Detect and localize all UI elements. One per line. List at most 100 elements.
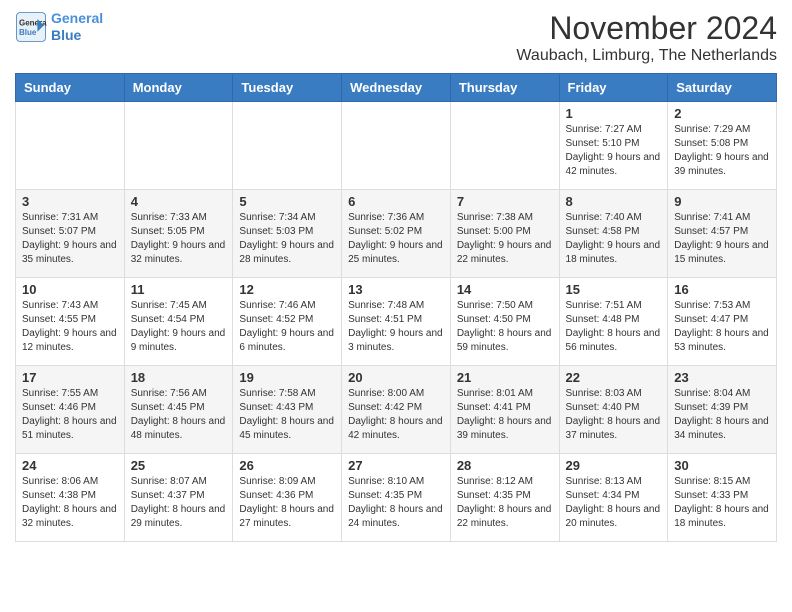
day-info: Sunrise: 8:03 AM Sunset: 4:40 PM Dayligh…	[566, 387, 662, 443]
logo-text: General Blue	[51, 10, 103, 44]
day-number: 26	[239, 458, 335, 473]
logo-line1: General	[51, 10, 103, 26]
week-row-2: 3 Sunrise: 7:31 AM Sunset: 5:07 PM Daylig…	[16, 190, 777, 278]
calendar-cell: 7 Sunrise: 7:38 AM Sunset: 5:00 PM Daylig…	[450, 190, 559, 278]
day-number: 3	[22, 194, 118, 209]
day-info: Sunrise: 7:55 AM Sunset: 4:46 PM Dayligh…	[22, 387, 118, 443]
calendar-cell: 21 Sunrise: 8:01 AM Sunset: 4:41 PM Dayli…	[450, 366, 559, 454]
calendar-cell: 30Sunrise: 8:15 AM Sunset: 4:33 PM Dayli…	[668, 454, 777, 542]
weekday-header-wednesday: Wednesday	[342, 74, 451, 102]
calendar-cell: 9 Sunrise: 7:41 AM Sunset: 4:57 PM Daylig…	[668, 190, 777, 278]
day-info: Sunrise: 8:13 AM Sunset: 4:34 PM Dayligh…	[566, 475, 662, 531]
day-info: Sunrise: 7:46 AM Sunset: 4:52 PM Dayligh…	[239, 299, 335, 355]
day-info: Sunrise: 7:43 AM Sunset: 4:55 PM Dayligh…	[22, 299, 118, 355]
day-info: Sunrise: 7:45 AM Sunset: 4:54 PM Dayligh…	[131, 299, 227, 355]
logo-icon: General Blue	[15, 11, 47, 43]
day-number: 7	[457, 194, 553, 209]
calendar-cell	[342, 102, 451, 190]
day-info: Sunrise: 8:01 AM Sunset: 4:41 PM Dayligh…	[457, 387, 553, 443]
day-info: Sunrise: 7:38 AM Sunset: 5:00 PM Dayligh…	[457, 211, 553, 267]
day-info: Sunrise: 7:27 AM Sunset: 5:10 PM Dayligh…	[566, 123, 662, 179]
day-number: 9	[674, 194, 770, 209]
day-info: Sunrise: 7:40 AM Sunset: 4:58 PM Dayligh…	[566, 211, 662, 267]
weekday-header-saturday: Saturday	[668, 74, 777, 102]
day-number: 19	[239, 370, 335, 385]
day-number: 4	[131, 194, 227, 209]
calendar-cell: 29 Sunrise: 8:13 AM Sunset: 4:34 PM Dayli…	[559, 454, 668, 542]
calendar-cell	[16, 102, 125, 190]
day-number: 13	[348, 282, 444, 297]
calendar-table: SundayMondayTuesdayWednesdayThursdayFrid…	[15, 73, 777, 542]
day-number: 12	[239, 282, 335, 297]
day-number: 6	[348, 194, 444, 209]
day-info: Sunrise: 7:51 AM Sunset: 4:48 PM Dayligh…	[566, 299, 662, 355]
calendar-cell: 12 Sunrise: 7:46 AM Sunset: 4:52 PM Dayli…	[233, 278, 342, 366]
day-number: 22	[566, 370, 662, 385]
day-info: Sunrise: 7:58 AM Sunset: 4:43 PM Dayligh…	[239, 387, 335, 443]
day-info: Sunrise: 7:41 AM Sunset: 4:57 PM Dayligh…	[674, 211, 770, 267]
weekday-header-monday: Monday	[124, 74, 233, 102]
header: General Blue General Blue November 2024 …	[15, 10, 777, 65]
day-info: Sunrise: 8:09 AM Sunset: 4:36 PM Dayligh…	[239, 475, 335, 531]
day-info: Sunrise: 7:34 AM Sunset: 5:03 PM Dayligh…	[239, 211, 335, 267]
week-row-5: 24Sunrise: 8:06 AM Sunset: 4:38 PM Dayli…	[16, 454, 777, 542]
day-number: 14	[457, 282, 553, 297]
day-number: 15	[566, 282, 662, 297]
calendar-cell: 15 Sunrise: 7:51 AM Sunset: 4:48 PM Dayli…	[559, 278, 668, 366]
calendar-cell: 4 Sunrise: 7:33 AM Sunset: 5:05 PM Daylig…	[124, 190, 233, 278]
day-info: Sunrise: 7:48 AM Sunset: 4:51 PM Dayligh…	[348, 299, 444, 355]
day-number: 16	[674, 282, 770, 297]
calendar-cell: 11 Sunrise: 7:45 AM Sunset: 4:54 PM Dayli…	[124, 278, 233, 366]
calendar-cell: 28 Sunrise: 8:12 AM Sunset: 4:35 PM Dayli…	[450, 454, 559, 542]
day-number: 5	[239, 194, 335, 209]
calendar-cell: 16 Sunrise: 7:53 AM Sunset: 4:47 PM Dayli…	[668, 278, 777, 366]
calendar-cell: 27Sunrise: 8:10 AM Sunset: 4:35 PM Dayli…	[342, 454, 451, 542]
calendar-cell: 24Sunrise: 8:06 AM Sunset: 4:38 PM Dayli…	[16, 454, 125, 542]
day-info: Sunrise: 7:29 AM Sunset: 5:08 PM Dayligh…	[674, 123, 770, 179]
weekday-header-sunday: Sunday	[16, 74, 125, 102]
day-number: 17	[22, 370, 118, 385]
day-number: 25	[131, 458, 227, 473]
calendar-cell	[450, 102, 559, 190]
calendar-cell: 8Sunrise: 7:40 AM Sunset: 4:58 PM Daylig…	[559, 190, 668, 278]
day-info: Sunrise: 8:10 AM Sunset: 4:35 PM Dayligh…	[348, 475, 444, 531]
day-number: 2	[674, 106, 770, 121]
weekday-header-row: SundayMondayTuesdayWednesdayThursdayFrid…	[16, 74, 777, 102]
week-row-3: 10 Sunrise: 7:43 AM Sunset: 4:55 PM Dayli…	[16, 278, 777, 366]
logo-line2: Blue	[51, 27, 81, 43]
calendar-cell: 26 Sunrise: 8:09 AM Sunset: 4:36 PM Dayli…	[233, 454, 342, 542]
day-info: Sunrise: 7:50 AM Sunset: 4:50 PM Dayligh…	[457, 299, 553, 355]
calendar-cell: 23 Sunrise: 8:04 AM Sunset: 4:39 PM Dayli…	[668, 366, 777, 454]
calendar-cell: 14 Sunrise: 7:50 AM Sunset: 4:50 PM Dayli…	[450, 278, 559, 366]
week-row-1: 1 Sunrise: 7:27 AM Sunset: 5:10 PM Daylig…	[16, 102, 777, 190]
calendar-cell	[124, 102, 233, 190]
day-info: Sunrise: 8:04 AM Sunset: 4:39 PM Dayligh…	[674, 387, 770, 443]
day-number: 11	[131, 282, 227, 297]
day-number: 21	[457, 370, 553, 385]
weekday-header-tuesday: Tuesday	[233, 74, 342, 102]
day-info: Sunrise: 8:07 AM Sunset: 4:37 PM Dayligh…	[131, 475, 227, 531]
weekday-header-friday: Friday	[559, 74, 668, 102]
day-number: 20	[348, 370, 444, 385]
calendar-cell: 18Sunrise: 7:56 AM Sunset: 4:45 PM Dayli…	[124, 366, 233, 454]
day-number: 23	[674, 370, 770, 385]
day-info: Sunrise: 7:33 AM Sunset: 5:05 PM Dayligh…	[131, 211, 227, 267]
day-info: Sunrise: 7:53 AM Sunset: 4:47 PM Dayligh…	[674, 299, 770, 355]
day-info: Sunrise: 8:00 AM Sunset: 4:42 PM Dayligh…	[348, 387, 444, 443]
day-number: 10	[22, 282, 118, 297]
day-info: Sunrise: 7:31 AM Sunset: 5:07 PM Dayligh…	[22, 211, 118, 267]
day-number: 29	[566, 458, 662, 473]
calendar-cell: 1 Sunrise: 7:27 AM Sunset: 5:10 PM Daylig…	[559, 102, 668, 190]
svg-text:Blue: Blue	[19, 28, 37, 37]
day-number: 1	[566, 106, 662, 121]
day-number: 28	[457, 458, 553, 473]
calendar-cell: 6Sunrise: 7:36 AM Sunset: 5:02 PM Daylig…	[342, 190, 451, 278]
calendar-cell: 13 Sunrise: 7:48 AM Sunset: 4:51 PM Dayli…	[342, 278, 451, 366]
calendar-cell: 3 Sunrise: 7:31 AM Sunset: 5:07 PM Daylig…	[16, 190, 125, 278]
day-info: Sunrise: 8:06 AM Sunset: 4:38 PM Dayligh…	[22, 475, 118, 531]
calendar-cell: 2 Sunrise: 7:29 AM Sunset: 5:08 PM Daylig…	[668, 102, 777, 190]
month-title: November 2024	[516, 10, 777, 47]
location-title: Waubach, Limburg, The Netherlands	[516, 47, 777, 65]
calendar-cell	[233, 102, 342, 190]
day-info: Sunrise: 8:12 AM Sunset: 4:35 PM Dayligh…	[457, 475, 553, 531]
